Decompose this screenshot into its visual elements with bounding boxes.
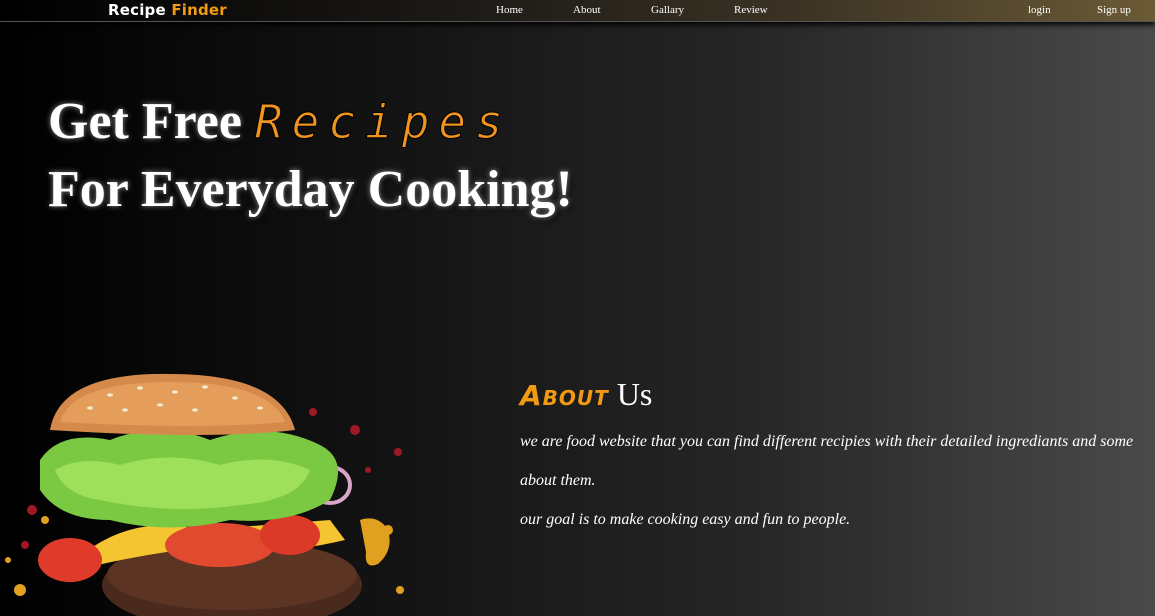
about-paragraph-line1: we are food website that you can find di… <box>520 433 1134 450</box>
hero-title-line2: For Everyday Cooking! <box>48 161 573 218</box>
hero-title-accent: Recipes <box>254 95 512 149</box>
about-paragraph-2: our goal is to make cooking easy and fun… <box>520 511 851 528</box>
brand-part1: Recipe <box>108 1 166 19</box>
brand-part2: Finder <box>171 1 227 19</box>
nav-about[interactable]: About <box>573 4 601 16</box>
nav-signup[interactable]: Sign up <box>1097 4 1131 16</box>
hero-title-prefix: Get Free <box>48 93 242 150</box>
about-title: About Us <box>520 376 652 413</box>
nav-gallary[interactable]: Gallary <box>651 4 684 16</box>
nav-login[interactable]: login <box>1028 4 1051 16</box>
nav-home[interactable]: Home <box>496 4 523 16</box>
about-paragraph-line2: about them. <box>520 472 596 489</box>
about-title-accent: About <box>520 379 609 412</box>
navbar: Recipe Finder Home About Gallary Review … <box>0 0 1155 22</box>
brand-logo[interactable]: Recipe Finder <box>108 1 227 19</box>
burger-image <box>5 373 404 616</box>
nav-review[interactable]: Review <box>734 4 768 16</box>
hero-title-line1: Get Free Recipes <box>48 96 512 148</box>
about-title-rest: Us <box>616 376 653 412</box>
